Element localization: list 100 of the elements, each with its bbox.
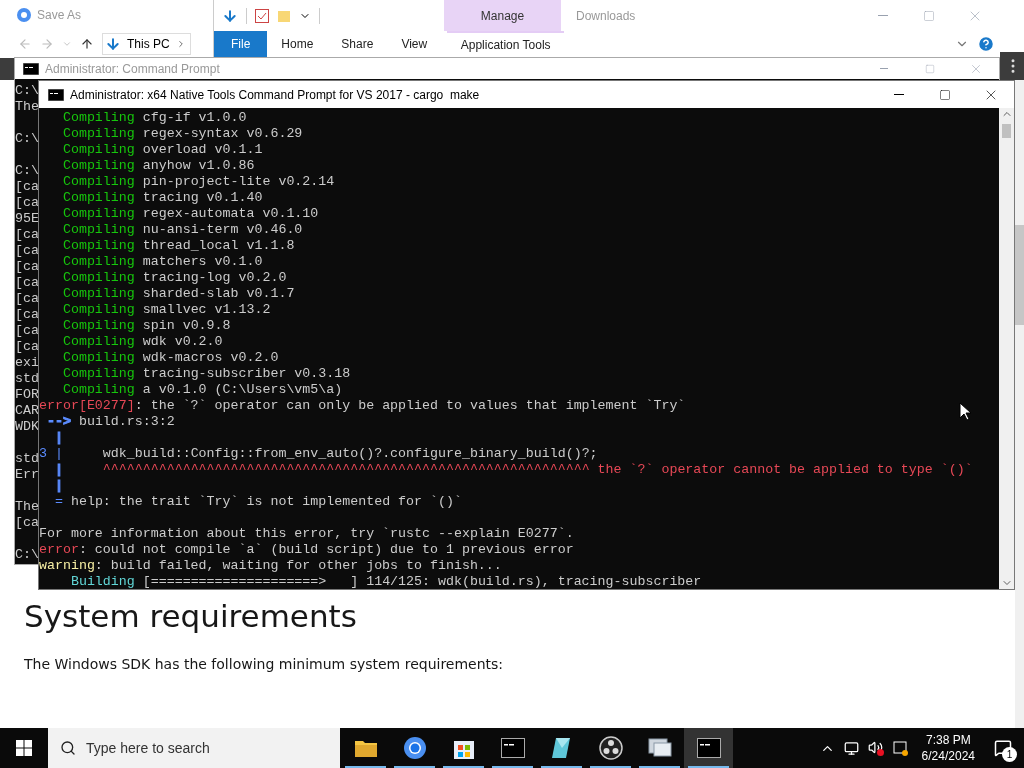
console-line: C:\	[15, 83, 39, 99]
taskbar-app-button[interactable]	[684, 728, 733, 768]
search-icon	[60, 740, 76, 756]
minimize-icon	[894, 94, 904, 95]
scrollbar-thumb[interactable]	[1015, 225, 1024, 325]
terminal-icon	[500, 738, 525, 758]
terminal-line: Compiling overload v0.1.1	[61, 142, 263, 158]
console-line: std	[15, 451, 39, 467]
terminal-line: = help: the trait `Try` is not implemented for `()`	[53, 494, 462, 510]
terminal-line: --> build.rs:3:2	[46, 414, 175, 430]
mouse-pointer-icon	[959, 402, 971, 421]
console-line: [ca	[15, 515, 39, 531]
dialog-title: Save As	[37, 7, 82, 24]
minimize-icon	[880, 68, 888, 69]
terminal-line: Compiling tracing v0.1.40	[61, 190, 263, 206]
file-tab[interactable]: File	[214, 31, 268, 57]
console-line: CAR	[15, 403, 39, 419]
aperture-icon	[598, 736, 623, 760]
window-title: Administrator: Command Prompt	[45, 60, 221, 78]
page-scrollbar[interactable]	[1015, 80, 1024, 728]
terminal-line: 3 | wdk_build::Config::from_env_auto()?.configure_binary_build()?;	[39, 446, 598, 462]
terminal-line: error: could not compile `a` (build script) due to 1 previous error	[39, 542, 574, 558]
terminal-line: Compiling sharded-slab v0.1.7	[61, 286, 295, 302]
console-line: The	[15, 99, 39, 115]
path-segment[interactable]: This PC	[127, 35, 170, 53]
terminal-line: | ^^^^^^^^^^^^^^^^^^^^^^^^^^^^^^^^^^^^^^^^^^^^^^^^^^^^^^^^^^^^^ the `?` operator cannot be applied to type `()`	[53, 462, 973, 478]
console-line: [ca	[15, 323, 39, 339]
scrollbar-thumb[interactable]	[1002, 124, 1011, 138]
search-placeholder: Type here to search	[86, 738, 210, 758]
console-line: Err	[15, 467, 39, 483]
speaker-muted-icon[interactable]	[867, 740, 884, 756]
console-line: C:\	[15, 131, 39, 147]
console-line: [ca	[15, 179, 39, 195]
monitor-icon	[646, 737, 673, 759]
console-line: [ca	[15, 339, 39, 355]
page-paragraph: The Windows SDK has the following minimum system requirements:	[24, 655, 504, 674]
download-icon	[105, 36, 121, 52]
console-line: [ca	[15, 227, 39, 243]
terminal-line: warning: build failed, waiting for other jobs to finish...	[39, 558, 502, 574]
console-icon	[48, 88, 64, 101]
console-line: exi	[15, 355, 39, 371]
folder-icon	[353, 738, 378, 758]
console-line: [ca	[15, 291, 39, 307]
ribbon-tab[interactable]: Share	[327, 31, 388, 57]
up-icon[interactable]	[80, 37, 94, 51]
terminal-scrollbar[interactable]	[999, 108, 1014, 589]
maximize-icon	[939, 88, 951, 101]
console-line: C:\	[15, 163, 39, 179]
notification-badge: 1	[1002, 747, 1017, 762]
console-line: [ca	[15, 307, 39, 323]
terminal-line: Compiling matchers v0.1.0	[61, 254, 263, 270]
path-bar[interactable]: This PC	[102, 33, 191, 55]
console-line: [ca	[15, 259, 39, 275]
terminal-line: error[E0277]: the `?` operator can only be applied to values that implement `Try`	[39, 398, 686, 414]
window-title: Downloads	[576, 7, 637, 25]
tray-app-icon[interactable]	[892, 740, 909, 756]
console-line: C:\	[15, 547, 39, 563]
terminal-line: Compiling tracing-log v0.2.0	[61, 270, 287, 286]
terminal-line: Compiling regex-syntax v0.6.29	[61, 126, 303, 142]
console-line: [ca	[15, 243, 39, 259]
terminal-line: Compiling thread_local v1.1.8	[61, 238, 295, 254]
clock-time[interactable]: 7:38 PM	[925, 732, 971, 748]
network-icon[interactable]	[843, 740, 859, 756]
console-line: [ca	[15, 195, 39, 211]
terminal-line: Compiling nu-ansi-term v0.46.0	[61, 222, 303, 238]
clock-date[interactable]: 6/24/2024	[921, 748, 975, 764]
terminal-line: Compiling spin v0.9.8	[61, 318, 231, 334]
windows-logo-icon	[16, 740, 32, 756]
terminal-line: Compiling anyhow v1.0.86	[61, 158, 255, 174]
terminal-line: Compiling pin-project-lite v0.2.14	[61, 174, 335, 190]
terminal-icon	[696, 738, 721, 758]
download-icon[interactable]	[222, 7, 238, 24]
console-line: WDK	[15, 419, 39, 435]
console-icon	[23, 62, 39, 75]
ribbon-tab[interactable]: View	[387, 31, 442, 57]
terminal-line: |	[53, 478, 63, 494]
browser-icon	[17, 8, 31, 22]
console-line: 95E	[15, 211, 39, 227]
ribbon-tab[interactable]: Home	[267, 31, 328, 57]
terminal-line: Compiling a v0.1.0 (C:\Users\vm5\a)	[61, 382, 343, 398]
terminal-line: Compiling tracing-subscriber v0.3.18	[61, 366, 351, 382]
window-title: Administrator: x64 Native Tools Command Prompt for VS 2017 - cargo make	[70, 86, 481, 104]
terminal-line: |	[53, 430, 63, 446]
context-tab-header: Manage	[444, 0, 561, 31]
console-line: std	[15, 371, 39, 387]
maximize-icon	[925, 63, 935, 74]
console-line: [ca	[15, 275, 39, 291]
page-heading: System requirements	[24, 597, 357, 636]
notification-icon[interactable]	[994, 739, 1012, 757]
terminal-line: Compiling cfg-if v1.0.0	[61, 110, 247, 126]
browser-icon	[402, 736, 427, 760]
search-field[interactable]: Type here to search	[48, 728, 340, 768]
checklist-icon[interactable]	[255, 8, 269, 23]
terminal-line: Building [=====================> ] 114/125: wdk(build.rs), tracing-subscriber	[69, 574, 702, 589]
console-line: FOR	[15, 387, 39, 403]
help-icon[interactable]	[977, 35, 995, 53]
terminal-line: For more information about this error, try `rustc --explain E0277`.	[39, 526, 574, 542]
terminal-line: Compiling wdk-macros v0.2.0	[61, 350, 279, 366]
terminal-line: Compiling wdk v0.2.0	[61, 334, 223, 350]
terminal-line: Compiling smallvec v1.13.2	[61, 302, 271, 318]
